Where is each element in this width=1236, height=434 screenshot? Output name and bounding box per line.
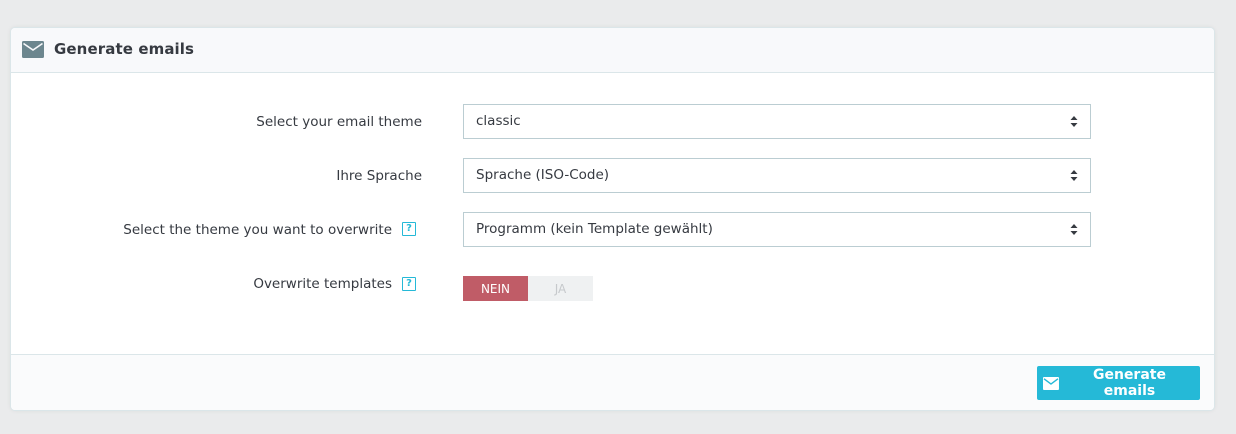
- overwrite-theme-label: Select the theme you want to overwrite: [123, 222, 392, 238]
- panel-footer: Generate emails: [11, 354, 1214, 410]
- generate-emails-button-label: Generate emails: [1092, 367, 1166, 399]
- language-select[interactable]: Sprache (ISO-Code): [463, 158, 1091, 193]
- form-row-language: Ihre Sprache Sprache (ISO-Code): [11, 158, 1214, 194]
- help-icon[interactable]: ?: [402, 277, 416, 291]
- help-icon[interactable]: ?: [402, 222, 416, 236]
- switch-option-no[interactable]: NEIN: [463, 276, 528, 301]
- generate-emails-panel: Generate emails Select your email theme …: [10, 27, 1215, 411]
- overwrite-theme-select[interactable]: Programm (kein Template gewählt): [463, 212, 1091, 247]
- form-row-email-theme: Select your email theme classic: [11, 104, 1214, 140]
- envelope-icon: [22, 41, 44, 58]
- language-value: Sprache (ISO-Code): [476, 167, 610, 183]
- overwrite-theme-value: Programm (kein Template gewählt): [476, 221, 713, 237]
- switch-option-yes[interactable]: JA: [528, 276, 593, 301]
- panel-heading: Generate emails: [11, 28, 1214, 73]
- sort-arrows-icon: [1070, 224, 1078, 235]
- email-theme-select[interactable]: classic: [463, 104, 1091, 139]
- panel-title: Generate emails: [54, 40, 195, 58]
- form-row-overwrite-templates: Overwrite templates ? NEIN JA: [11, 271, 1214, 307]
- form-row-overwrite-theme: Select the theme you want to overwrite ?…: [11, 212, 1214, 248]
- email-theme-label: Select your email theme: [256, 114, 422, 130]
- envelope-icon: [1043, 376, 1059, 390]
- language-label: Ihre Sprache: [336, 168, 422, 184]
- overwrite-templates-switch[interactable]: NEIN JA: [463, 276, 593, 301]
- email-theme-value: classic: [476, 113, 521, 129]
- sort-arrows-icon: [1070, 116, 1078, 127]
- generate-emails-button[interactable]: Generate emails: [1037, 366, 1200, 400]
- sort-arrows-icon: [1070, 170, 1078, 181]
- overwrite-templates-label: Overwrite templates: [253, 276, 392, 292]
